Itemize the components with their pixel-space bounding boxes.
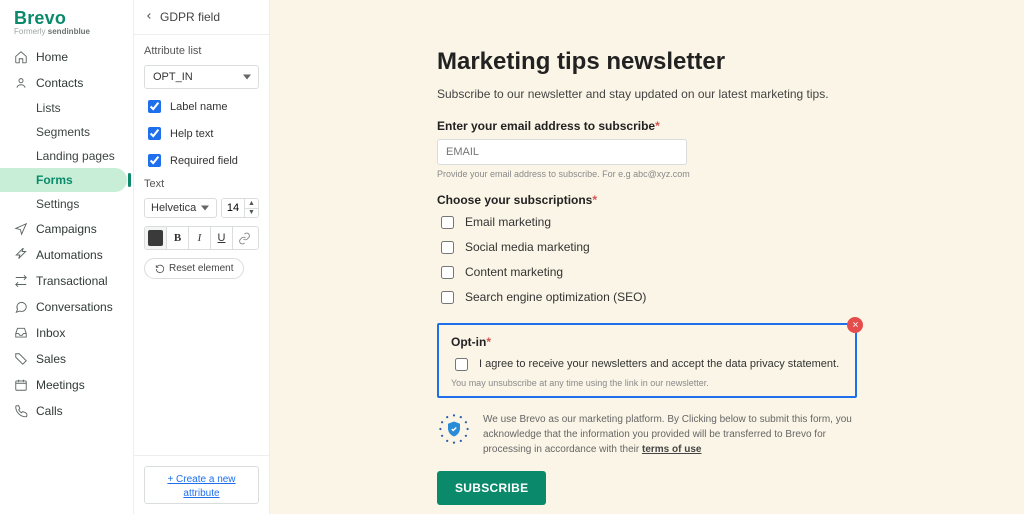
nav-automations[interactable]: Automations (0, 242, 133, 268)
nav-campaigns-label: Campaigns (36, 222, 97, 236)
link-button[interactable] (233, 227, 255, 249)
nav-inbox-label: Inbox (36, 326, 65, 340)
font-size-input[interactable] (222, 199, 244, 217)
font-size-stepper[interactable]: ▲ ▼ (221, 198, 259, 218)
transactional-icon (14, 274, 28, 288)
automations-icon (14, 248, 28, 262)
inbox-icon (14, 326, 28, 340)
form-title: Marketing tips newsletter (437, 48, 857, 76)
nav-meetings[interactable]: Meetings (0, 372, 133, 398)
nav-settings[interactable]: Settings (0, 192, 133, 216)
nav-home[interactable]: Home (0, 44, 133, 70)
brand-logo: Brevo Formerly sendinblue (0, 8, 133, 44)
gdpr-notice: We use Brevo as our marketing platform. … (437, 412, 857, 457)
bold-button[interactable]: B (167, 227, 189, 249)
font-size-up[interactable]: ▲ (244, 199, 258, 208)
nav-conversations-label: Conversations (36, 300, 113, 314)
panel-back[interactable]: GDPR field (134, 0, 269, 35)
nav-transactional-label: Transactional (36, 274, 108, 288)
conversations-icon (14, 300, 28, 314)
optin-title: Opt-in* (451, 335, 843, 349)
form-preview: Marketing tips newsletter Subscribe to o… (437, 48, 857, 514)
email-input[interactable] (437, 139, 687, 165)
sub-seo[interactable]: Search engine optimization (SEO) (437, 288, 857, 307)
nav-campaigns[interactable]: Campaigns (0, 216, 133, 242)
font-select[interactable]: Helvetica (144, 198, 217, 218)
sub-email-marketing[interactable]: Email marketing (437, 213, 857, 232)
gdpr-text: We use Brevo as our marketing platform. … (483, 412, 857, 457)
nav-inbox[interactable]: Inbox (0, 320, 133, 346)
chevron-left-icon (144, 10, 154, 24)
campaigns-icon (14, 222, 28, 236)
sub-social-media[interactable]: Social media marketing (437, 238, 857, 257)
gdpr-badge-icon (437, 412, 471, 446)
nav-landing-pages[interactable]: Landing pages (0, 144, 133, 168)
subscribe-button[interactable]: SUBSCRIBE (437, 471, 546, 505)
create-attribute-link[interactable]: + Create a new attribute (167, 474, 235, 499)
nav-calls[interactable]: Calls (0, 398, 133, 424)
meetings-icon (14, 378, 28, 392)
sales-icon (14, 352, 28, 366)
contacts-icon (14, 76, 28, 90)
form-canvas[interactable]: Marketing tips newsletter Subscribe to o… (270, 0, 1024, 514)
nav-meetings-label: Meetings (36, 378, 85, 392)
underline-button[interactable]: U (211, 227, 233, 249)
nav-segments[interactable]: Segments (0, 120, 133, 144)
text-color-swatch[interactable] (145, 227, 167, 249)
nav-conversations[interactable]: Conversations (0, 294, 133, 320)
attribute-list-label: Attribute list (144, 45, 259, 57)
nav-contacts-label: Contacts (36, 76, 83, 90)
delete-optin-button[interactable] (847, 317, 863, 333)
left-nav: Brevo Formerly sendinblue Home Contacts … (0, 0, 134, 514)
reset-element-button[interactable]: Reset element (144, 258, 244, 279)
calls-icon (14, 404, 28, 418)
nav-forms[interactable]: Forms (0, 168, 127, 192)
optin-checkbox[interactable]: I agree to receive your newsletters and … (451, 357, 843, 374)
optin-help: You may unsubscribe at any time using th… (451, 378, 843, 388)
brand-name: Brevo (14, 8, 119, 29)
subscriptions-list: Email marketing Social media marketing C… (437, 213, 857, 307)
label-name-checkbox[interactable]: Label name (144, 97, 259, 116)
brand-tagline: Formerly sendinblue (14, 27, 119, 36)
nav-home-label: Home (36, 50, 68, 64)
panel-title: GDPR field (160, 10, 220, 24)
email-help: Provide your email address to subscribe.… (437, 169, 857, 179)
text-label: Text (144, 178, 259, 190)
nav-lists[interactable]: Lists (0, 96, 133, 120)
home-icon (14, 50, 28, 64)
sub-content-marketing[interactable]: Content marketing (437, 263, 857, 282)
italic-button[interactable]: I (189, 227, 211, 249)
required-field-checkbox[interactable]: Required field (144, 151, 259, 170)
attribute-select[interactable]: OPT_IN (144, 65, 259, 89)
editor-panel: GDPR field Attribute list OPT_IN Label n… (134, 0, 270, 514)
font-size-down[interactable]: ▼ (244, 208, 258, 218)
nav-contacts[interactable]: Contacts (0, 70, 133, 96)
nav-automations-label: Automations (36, 248, 103, 262)
optin-block[interactable]: Opt-in* I agree to receive your newslett… (437, 323, 857, 398)
nav-sales[interactable]: Sales (0, 346, 133, 372)
nav-sales-label: Sales (36, 352, 66, 366)
form-description: Subscribe to our newsletter and stay upd… (437, 86, 857, 103)
nav-transactional[interactable]: Transactional (0, 268, 133, 294)
help-text-checkbox[interactable]: Help text (144, 124, 259, 143)
subscriptions-label: Choose your subscriptions* (437, 193, 857, 207)
nav-calls-label: Calls (36, 404, 63, 418)
email-label: Enter your email address to subscribe* (437, 119, 857, 133)
terms-link[interactable]: terms of use (642, 444, 701, 455)
